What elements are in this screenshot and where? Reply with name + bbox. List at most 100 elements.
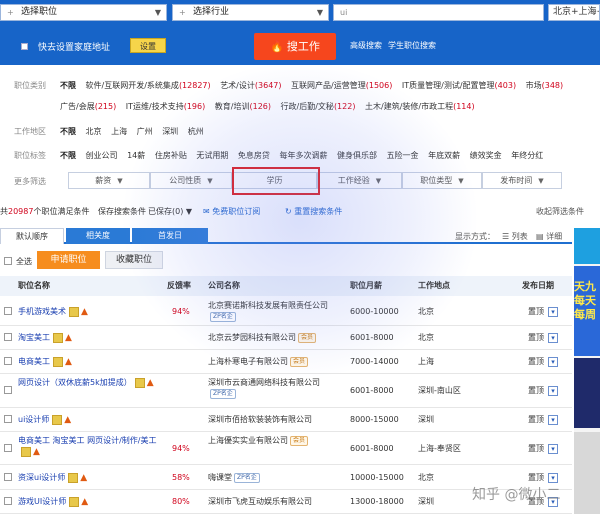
- filter-option[interactable]: 深圳: [162, 127, 178, 136]
- row-checkbox[interactable]: [4, 357, 12, 365]
- row-checkbox[interactable]: [4, 415, 12, 423]
- job-title-link[interactable]: 手机游戏美术: [18, 307, 66, 316]
- company-link[interactable]: 上海優实实业有限公司: [208, 436, 288, 445]
- expand-row-icon[interactable]: ▾: [548, 444, 558, 454]
- filter-option[interactable]: 不限: [60, 81, 76, 90]
- select-all-checkbox[interactable]: [4, 257, 12, 265]
- job-title-link[interactable]: 游戏UI设计师: [18, 497, 66, 506]
- apply-job-button[interactable]: 申请职位: [37, 251, 100, 269]
- filter-option[interactable]: 年终分红: [511, 151, 543, 160]
- dropdown-experience[interactable]: 工作经验 ▼: [317, 172, 402, 189]
- view-detail-option[interactable]: ▤ 详细: [536, 231, 562, 242]
- expand-row-icon[interactable]: ▾: [548, 357, 558, 367]
- filter-option[interactable]: 不限: [60, 127, 76, 136]
- filter-option[interactable]: 五险一金: [387, 151, 419, 160]
- settings-button[interactable]: 设置: [130, 38, 166, 53]
- city-select[interactable]: 北京+上海+: [548, 4, 600, 21]
- filter-option[interactable]: 广州: [137, 127, 153, 136]
- ad-banner[interactable]: [574, 432, 600, 514]
- filter-option[interactable]: 无试用期: [196, 151, 228, 160]
- row-checkbox[interactable]: [4, 333, 12, 341]
- job-title-link[interactable]: ui设计师: [18, 415, 49, 424]
- job-title-link[interactable]: 网页设计（双休底薪5k加提成）: [18, 378, 132, 387]
- filter-option[interactable]: 健身俱乐部: [337, 151, 377, 160]
- filter-option[interactable]: 免息房贷: [238, 151, 270, 160]
- industry-select[interactable]: + 选择行业 ▼: [172, 4, 329, 21]
- filter-option[interactable]: 行政/后勤/文秘(122): [281, 102, 356, 111]
- search-jobs-button[interactable]: 🔥 搜工作: [254, 33, 336, 60]
- filter-option[interactable]: 北京: [86, 127, 102, 136]
- hot-icon: ▲: [80, 472, 88, 483]
- keyword-input[interactable]: ui: [333, 4, 544, 21]
- hot-icon: ▲: [65, 356, 72, 367]
- ad-banner[interactable]: [574, 228, 600, 264]
- filter-option[interactable]: 不限: [60, 151, 76, 160]
- job-title-link[interactable]: 电商美工: [18, 357, 50, 366]
- table-row[interactable]: 网页设计（双休底薪5k加提成） ▲ 深圳市云商通网络科技有限公司ZP名企 6001-8…: [0, 374, 572, 408]
- row-checkbox[interactable]: [4, 386, 12, 394]
- company-link[interactable]: 北京赛诺斯科技发展有限责任公司: [208, 301, 328, 310]
- filter-option[interactable]: 教育/培训(126): [215, 102, 271, 111]
- tab-first-publish[interactable]: 首发日: [132, 228, 208, 244]
- company-link[interactable]: 上海朴寒电子有限公司: [208, 357, 288, 366]
- student-search-link[interactable]: 学生职位搜索: [388, 40, 436, 51]
- expand-row-icon[interactable]: ▾: [548, 473, 558, 483]
- filter-option[interactable]: 上海: [111, 127, 127, 136]
- subscribe-link[interactable]: ✉ 免费职位订阅: [203, 205, 260, 219]
- filter-option[interactable]: 创业公司: [86, 151, 118, 160]
- ad-banner[interactable]: 天九 每天 每周: [574, 266, 600, 356]
- expand-row-icon[interactable]: ▾: [548, 333, 558, 343]
- favorite-job-button[interactable]: 收藏职位: [105, 251, 163, 269]
- filter-option[interactable]: 绩效奖金: [470, 151, 502, 160]
- table-row[interactable]: ui设计师 ▲ 深圳市佰拾软装装饰有限公司 8000-15000 深圳 置顶 ▾: [0, 408, 572, 432]
- row-checkbox[interactable]: [4, 444, 12, 452]
- table-row[interactable]: 电商美工 淘宝美工 网页设计/制作/美工▲ 94% 上海優实实业有限公司 会员 6001…: [0, 432, 572, 465]
- filter-option[interactable]: 年底双薪: [428, 151, 460, 160]
- saved-searches[interactable]: 已保存(0) ▼: [148, 205, 192, 219]
- company-link[interactable]: 嗨课堂: [208, 473, 232, 482]
- reset-link[interactable]: ↻ 重置搜索条件: [285, 205, 342, 219]
- row-checkbox[interactable]: [4, 307, 12, 315]
- ad-banner[interactable]: [574, 358, 600, 428]
- position-select[interactable]: + 选择职位 ▼: [0, 4, 167, 21]
- dropdown-publish-time[interactable]: 发布时间 ▼: [482, 172, 562, 189]
- side-advertisement[interactable]: 天九 每天 每周: [574, 228, 600, 514]
- tab-relevance[interactable]: 相关度: [66, 228, 130, 244]
- filter-option[interactable]: 住房补贴: [155, 151, 187, 160]
- job-title-link[interactable]: 资深ui设计师: [18, 473, 65, 482]
- expand-row-icon[interactable]: ▾: [548, 415, 558, 425]
- dropdown-job-type[interactable]: 职位类型 ▼: [402, 172, 482, 189]
- job-title-link[interactable]: 淘宝美工: [18, 333, 50, 342]
- company-link[interactable]: 深圳市佰拾软装装饰有限公司: [208, 415, 312, 424]
- filter-option[interactable]: 广告/会展(215): [60, 102, 116, 111]
- filter-option[interactable]: IT质量管理/测试/配置管理(403): [402, 81, 516, 90]
- collapse-filters-link[interactable]: 收起筛选条件: [536, 205, 584, 219]
- table-row[interactable]: 电商美工 ▲ 上海朴寒电子有限公司 会员 7000-14000 上海 置顶 ▾: [0, 350, 572, 374]
- dropdown-company-type[interactable]: 公司性质 ▼: [150, 172, 232, 189]
- view-list-option[interactable]: ☰ 列表: [502, 231, 528, 242]
- filter-option[interactable]: IT运维/技术支持(196): [126, 102, 205, 111]
- company-link[interactable]: 深圳市云商通网络科技有限公司: [208, 378, 320, 387]
- dropdown-salary[interactable]: 薪资 ▼: [68, 172, 150, 189]
- table-row[interactable]: 手机游戏美术 ▲ 94% 北京赛诺斯科技发展有限责任公司ZP名企 6000-10000 北…: [0, 297, 572, 326]
- row-checkbox[interactable]: [4, 497, 12, 505]
- table-row[interactable]: 淘宝美工 ▲ 北京云梦园科技有限公司 会员 6001-8000 北京 置顶 ▾: [0, 326, 572, 350]
- save-search-link[interactable]: 保存搜索条件: [98, 205, 146, 219]
- filter-option[interactable]: 软件/互联网开发/系统集成(12827): [86, 81, 211, 90]
- job-title-link[interactable]: 电商美工 淘宝美工 网页设计/制作/美工: [18, 436, 156, 445]
- tab-default-order[interactable]: 默认顺序: [0, 228, 64, 244]
- expand-row-icon[interactable]: ▾: [548, 386, 558, 396]
- filter-option[interactable]: 互联网产品/运营管理(1506): [291, 81, 392, 90]
- home-address-checkbox[interactable]: [21, 43, 28, 50]
- company-link[interactable]: 北京云梦园科技有限公司: [208, 333, 296, 342]
- filter-option[interactable]: 市场(348): [526, 81, 564, 90]
- filter-option[interactable]: 14薪: [127, 151, 145, 160]
- filter-option[interactable]: 杭州: [188, 127, 204, 136]
- company-link[interactable]: 深圳市飞虎互动娱乐有限公司: [208, 497, 312, 506]
- filter-option[interactable]: 每年多次调薪: [279, 151, 327, 160]
- row-checkbox[interactable]: [4, 473, 12, 481]
- advanced-search-link[interactable]: 高级搜索: [350, 40, 382, 51]
- filter-option[interactable]: 土木/建筑/装修/市政工程(114): [365, 102, 475, 111]
- filter-option[interactable]: 艺术/设计(3647): [220, 81, 281, 90]
- expand-row-icon[interactable]: ▾: [548, 307, 558, 317]
